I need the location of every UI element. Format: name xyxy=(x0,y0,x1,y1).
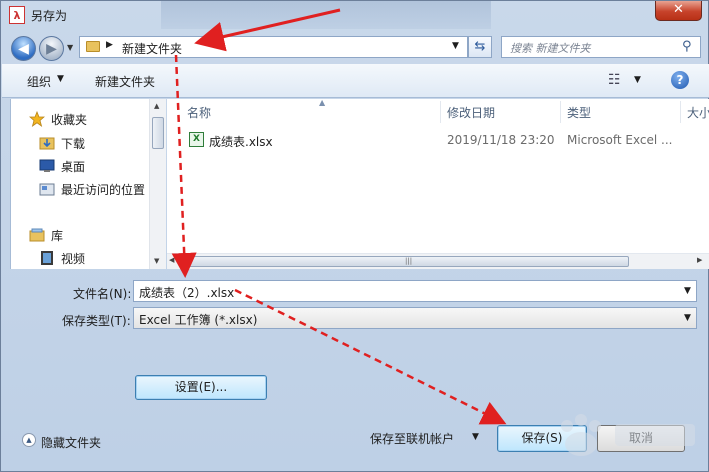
address-bar[interactable]: ▶ 新建文件夹 ▼ xyxy=(79,36,468,58)
close-button[interactable]: ✕ xyxy=(655,1,702,21)
new-folder-button[interactable]: 新建文件夹 xyxy=(95,73,155,90)
sidebar-item-label: 最近访问的位置 xyxy=(61,183,146,197)
scroll-thumb[interactable] xyxy=(152,117,164,149)
excel-file-icon: X xyxy=(189,132,204,147)
file-type: Microsoft Excel ... xyxy=(567,133,673,147)
scroll-up-icon[interactable]: ▲ xyxy=(154,102,159,110)
scroll-thumb[interactable]: ||| xyxy=(179,256,629,267)
sidebar-item-label: 库 xyxy=(51,229,64,243)
recent-places-icon xyxy=(39,181,55,196)
star-icon xyxy=(28,110,46,127)
library-icon xyxy=(29,227,45,242)
file-row[interactable]: X 成绩表.xlsx 2019/11/18 23:20 Microsoft Ex… xyxy=(167,128,707,150)
column-header-modified[interactable]: 修改日期 xyxy=(441,101,561,123)
scroll-right-icon[interactable]: ▶ xyxy=(697,256,702,264)
refresh-button[interactable]: ⇆ xyxy=(468,36,492,58)
back-button[interactable]: ◀ xyxy=(11,36,36,61)
organize-dropdown-icon[interactable]: ▼ xyxy=(57,74,64,84)
navigation-pane: 收藏夹 下载 桌面 最近访问的位置 库 视频 xyxy=(10,99,166,269)
column-header-size[interactable]: 大小 xyxy=(681,101,709,123)
column-header-label: 名称 xyxy=(187,106,212,120)
filename-dropdown-icon[interactable]: ▼ xyxy=(684,286,691,296)
sidebar-item-label: 视频 xyxy=(61,252,86,266)
filetype-label: 保存类型(T): xyxy=(62,314,131,328)
command-toolbar: 组织 ▼ 新建文件夹 ☷ ▼ ? xyxy=(2,64,709,98)
search-icon[interactable]: ⚲ xyxy=(682,39,692,54)
view-dropdown-icon[interactable]: ▼ xyxy=(634,75,641,85)
sort-ascending-icon: ▲ xyxy=(319,98,326,107)
filename-input[interactable]: 成绩表（2）.xlsx ▼ xyxy=(133,280,697,302)
navigation-scrollbar[interactable]: ▲ ▼ xyxy=(149,99,166,269)
save-online-dropdown-icon[interactable]: ▼ xyxy=(472,432,479,442)
file-list-horizontal-scrollbar[interactable]: ◀ ||| ▶ xyxy=(167,253,709,269)
view-options-icon[interactable]: ☷ xyxy=(608,72,621,88)
breadcrumb-separator-icon[interactable]: ▶ xyxy=(106,40,113,50)
file-list: 名称 ▲ 修改日期 类型 大小 X 成绩表.xlsx 2019/11/18 23… xyxy=(167,98,709,253)
scroll-left-icon[interactable]: ◀ xyxy=(169,256,174,264)
filename-label: 文件名(N): xyxy=(73,287,132,301)
folder-icon xyxy=(86,41,100,52)
filetype-value: Excel 工作簿 (*.xlsx) xyxy=(139,313,258,327)
search-input[interactable]: 搜索 新建文件夹 ⚲ xyxy=(501,36,701,58)
breadcrumb-item[interactable]: 新建文件夹 xyxy=(122,40,182,57)
settings-button[interactable]: 设置(E)... xyxy=(135,375,267,400)
forward-button[interactable]: ▶ xyxy=(39,36,64,61)
column-header-type[interactable]: 类型 xyxy=(561,101,681,123)
video-icon xyxy=(39,250,55,265)
help-button[interactable]: ? xyxy=(671,71,689,89)
sidebar-item-label: 下载 xyxy=(61,137,86,151)
filename-value: 成绩表（2）.xlsx xyxy=(139,286,235,300)
sidebar-item-label: 桌面 xyxy=(61,160,86,174)
address-dropdown-icon[interactable]: ▼ xyxy=(452,41,459,51)
file-name: 成绩表.xlsx xyxy=(209,135,273,149)
pdf-app-icon: λ xyxy=(9,6,25,24)
history-dropdown-icon[interactable]: ▼ xyxy=(67,43,73,52)
sidebar-item-label: 收藏夹 xyxy=(51,113,88,127)
window-title: 另存为 xyxy=(31,9,68,23)
filetype-dropdown-icon[interactable]: ▼ xyxy=(684,313,691,323)
title-bar: λ 另存为 ✕ xyxy=(1,1,709,31)
search-placeholder: 搜索 新建文件夹 xyxy=(510,42,591,55)
download-folder-icon xyxy=(39,135,55,150)
organize-button[interactable]: 组织 xyxy=(27,73,51,90)
file-modified: 2019/11/18 23:20 xyxy=(447,133,555,147)
column-header-name[interactable]: 名称 ▲ xyxy=(181,98,441,123)
scroll-down-icon[interactable]: ▼ xyxy=(154,257,159,265)
save-online-link[interactable]: 保存至联机帐户 xyxy=(370,430,454,447)
hide-folders-label[interactable]: 隐藏文件夹 xyxy=(41,434,101,451)
background-app-strip xyxy=(161,1,491,29)
hide-folders-icon[interactable]: ▲ xyxy=(22,433,36,447)
baidu-watermark-logo xyxy=(561,414,695,456)
grip-icon: ||| xyxy=(405,257,413,265)
desktop-icon xyxy=(39,158,55,172)
filetype-select[interactable]: Excel 工作簿 (*.xlsx) ▼ xyxy=(133,307,697,329)
